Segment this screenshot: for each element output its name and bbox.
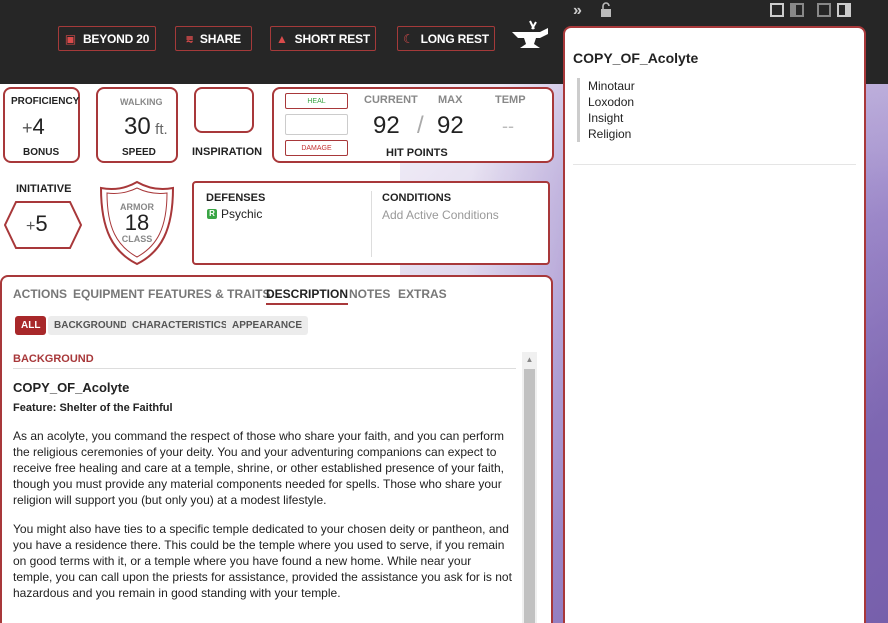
long-rest-button[interactable]: ☾ LONG REST xyxy=(397,26,495,51)
list-item: Insight xyxy=(588,111,624,125)
conditions-title: CONDITIONS xyxy=(382,192,452,204)
list-item: Minotaur xyxy=(588,79,635,93)
beyond20-icon: ▣ xyxy=(64,31,76,46)
hp-current-label: CURRENT xyxy=(364,94,418,106)
beyond20-button[interactable]: ▣ BEYOND 20 xyxy=(58,26,156,51)
inspiration-label: INSPIRATION xyxy=(192,146,263,158)
speed-sub: SPEED xyxy=(122,147,156,158)
share-button[interactable]: ⩳ SHARE xyxy=(175,26,252,51)
filter-characteristics[interactable]: CHARACTERISTICS xyxy=(126,316,234,335)
long-rest-label: LONG REST xyxy=(420,31,489,46)
speed-number: 30 xyxy=(124,113,151,140)
short-rest-button[interactable]: ▲ SHORT REST xyxy=(270,26,376,51)
background-name: COPY_OF_Acolyte xyxy=(13,380,130,395)
initiative-label: INITIATIVE xyxy=(16,183,72,195)
hp-amount-input[interactable] xyxy=(285,114,348,135)
hit-points-box: HEAL DAMAGE CURRENT MAX TEMP 92 / 92 -- … xyxy=(272,87,554,163)
tab-notes[interactable]: NOTES xyxy=(349,287,390,301)
anvil-logo-icon xyxy=(512,20,548,48)
defense-item[interactable]: R Psychic xyxy=(207,207,262,221)
proficiency-sign: + xyxy=(22,118,33,138)
hit-points-title: HIT POINTS xyxy=(386,147,448,159)
share-icon: ⩳ xyxy=(186,31,193,46)
initiative-number: 5 xyxy=(35,211,48,236)
panel-right-icon[interactable] xyxy=(837,3,851,17)
tab-extras[interactable]: EXTRAS xyxy=(398,287,447,301)
proficiency-number: 4 xyxy=(32,114,45,139)
side-panel-title: COPY_OF_Acolyte xyxy=(573,50,699,66)
tab-description[interactable]: DESCRIPTION xyxy=(266,287,349,305)
scrollbar-thumb[interactable] xyxy=(524,369,535,623)
filter-all[interactable]: ALL xyxy=(15,316,47,335)
double-chevron-icon[interactable]: » xyxy=(573,2,582,20)
initiative-box[interactable]: +5 xyxy=(4,201,82,249)
initiative-value: +5 xyxy=(26,211,48,237)
armor-bottom-label: CLASS xyxy=(121,234,153,244)
short-rest-label: SHORT REST xyxy=(294,31,371,46)
section-divider xyxy=(13,368,516,369)
divider xyxy=(371,191,372,257)
initiative-sign: + xyxy=(26,218,36,235)
tab-features-traits[interactable]: FEATURES & TRAITS xyxy=(148,287,270,301)
scroll-up-icon[interactable]: ▲ xyxy=(522,352,537,367)
hp-max-value: 92 xyxy=(437,112,464,139)
defense-item-label: Psychic xyxy=(221,207,263,221)
filter-appearance[interactable]: APPEARANCE xyxy=(226,316,309,335)
description-paragraph-1: As an acolyte, you command the respect o… xyxy=(13,429,504,507)
section-title: BACKGROUND xyxy=(13,353,94,365)
hp-temp-label: TEMP xyxy=(495,94,526,106)
armor-value: 18 xyxy=(124,210,150,235)
share-label: SHARE xyxy=(199,31,241,46)
hp-current-value[interactable]: 92 xyxy=(373,112,400,140)
damage-button[interactable]: DAMAGE xyxy=(285,140,348,156)
proficiency-box: PROFICIENCY +4 BONUS xyxy=(3,87,80,163)
defenses-conditions-box: DEFENSES R Psychic CONDITIONS Add Active… xyxy=(192,181,550,265)
side-panel-divider xyxy=(573,164,856,165)
add-conditions-link[interactable]: Add Active Conditions xyxy=(382,208,499,222)
tab-actions[interactable]: ACTIONS xyxy=(13,287,67,301)
side-panel-list: Minotaur Loxodon Insight Religion xyxy=(577,78,635,142)
speed-value: 30 ft. xyxy=(124,113,168,141)
defenses-title: DEFENSES xyxy=(206,192,266,204)
campfire-icon: ▲ xyxy=(275,31,288,46)
speed-unit: ft. xyxy=(155,121,168,138)
description-paragraph-2: You might also have ties to a specific t… xyxy=(13,522,512,600)
panel-left-icon[interactable] xyxy=(770,3,784,17)
lock-icon[interactable] xyxy=(600,2,612,17)
proficiency-sub: BONUS xyxy=(23,147,60,158)
walking-label: WALKING xyxy=(120,97,163,107)
scrollbar[interactable]: ▲ xyxy=(522,352,537,623)
inspiration-toggle[interactable] xyxy=(194,87,254,133)
hp-temp-value[interactable]: -- xyxy=(502,116,514,137)
filter-background[interactable]: BACKGROUND xyxy=(48,316,134,335)
proficiency-label: PROFICIENCY xyxy=(11,96,80,107)
hp-separator: / xyxy=(417,112,424,139)
proficiency-value: +4 xyxy=(22,114,45,140)
speed-box: WALKING 30 ft. SPEED xyxy=(96,87,178,163)
panel-split-icon[interactable] xyxy=(790,3,804,17)
side-panel: COPY_OF_Acolyte Minotaur Loxodon Insight… xyxy=(563,26,866,623)
beyond20-label: BEYOND 20 xyxy=(82,31,150,46)
armor-class-box: ARMOR 18 CLASS xyxy=(99,180,175,266)
resistance-icon: R xyxy=(207,209,217,219)
heal-button[interactable]: HEAL xyxy=(285,93,348,109)
tab-equipment[interactable]: EQUIPMENT xyxy=(73,287,144,301)
feature-title: Feature: Shelter of the Faithful xyxy=(13,402,173,414)
list-item: Loxodon xyxy=(588,95,635,109)
hp-max-label: MAX xyxy=(438,94,463,106)
list-item: Religion xyxy=(588,127,632,141)
panel-split-left-icon[interactable] xyxy=(817,3,831,17)
moon-icon: ☾ xyxy=(403,31,414,46)
